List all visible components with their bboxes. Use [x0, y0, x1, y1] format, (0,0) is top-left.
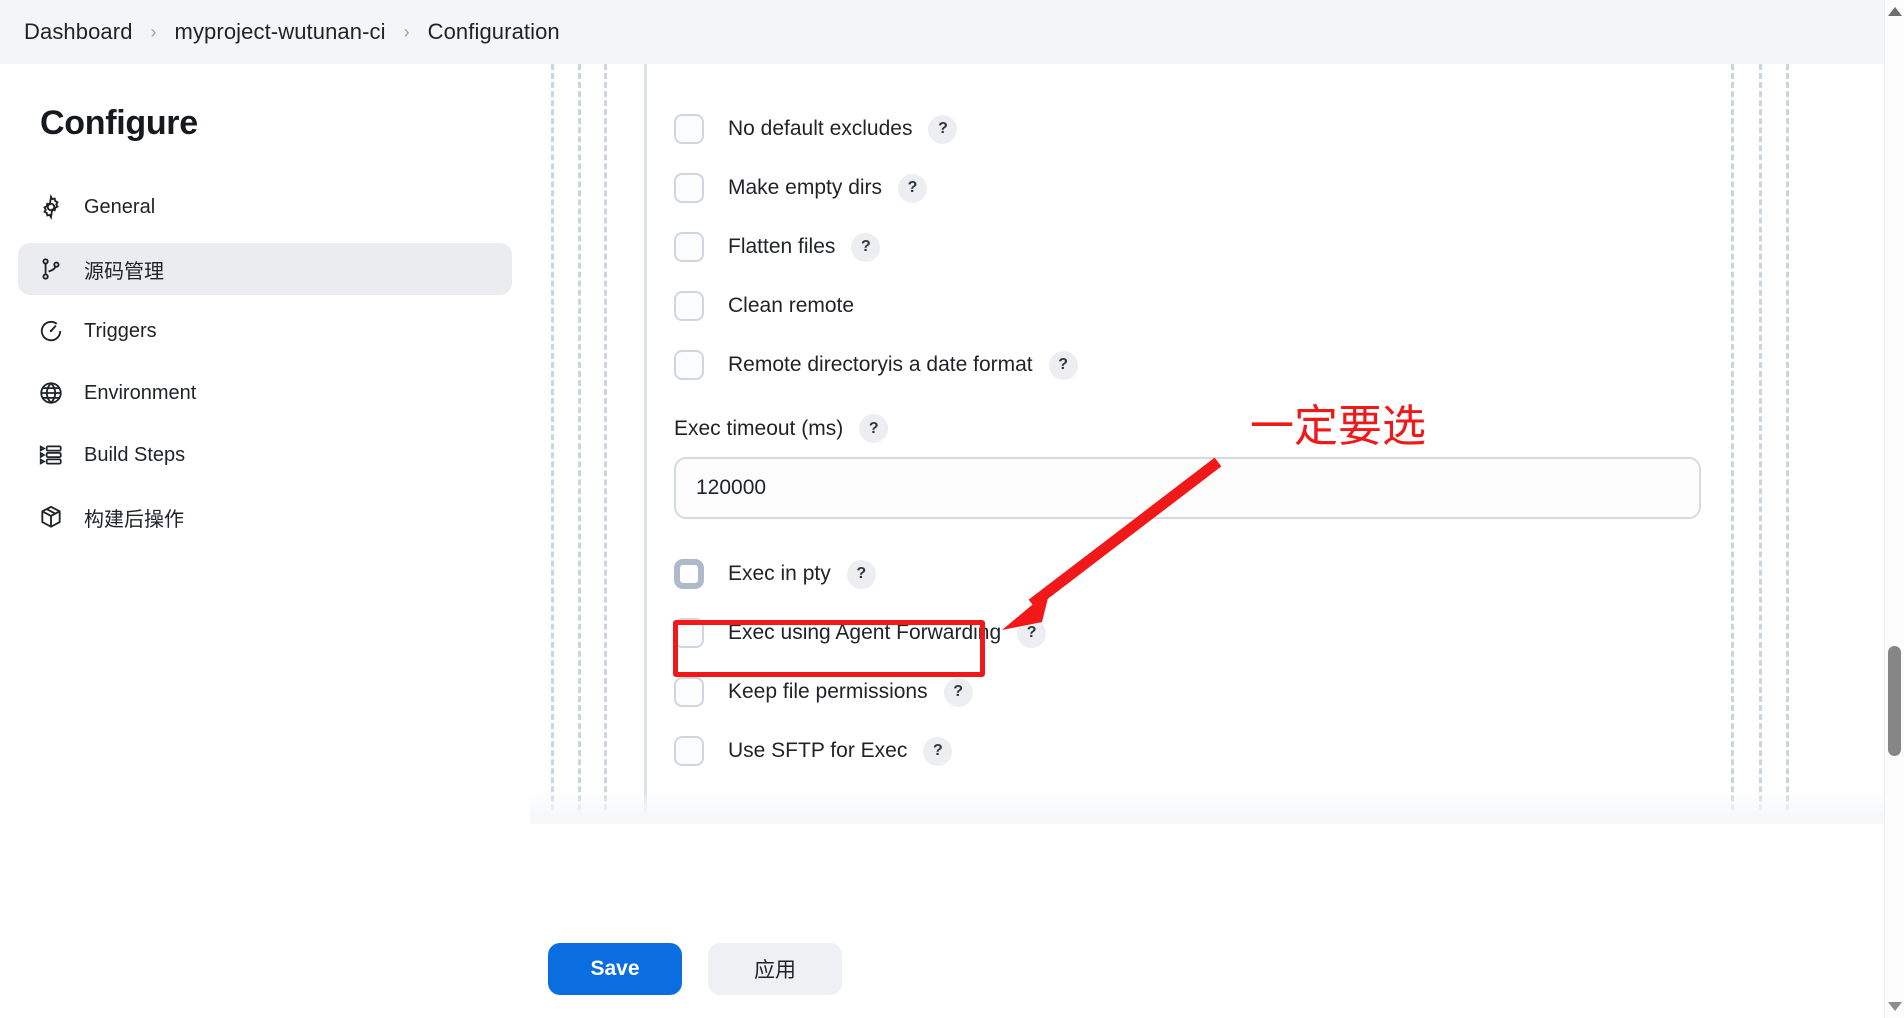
- scrollbar-thumb[interactable]: [1888, 646, 1901, 756]
- sidebar-item-label: 源码管理: [84, 260, 164, 283]
- help-icon[interactable]: ?: [1048, 350, 1078, 380]
- help-icon[interactable]: ?: [928, 114, 958, 144]
- sidebar-item-label: Triggers: [84, 319, 157, 342]
- page-title: Configure: [40, 104, 198, 142]
- save-button[interactable]: Save: [548, 943, 682, 995]
- scroll-up-arrow-icon[interactable]: [1887, 7, 1902, 16]
- clock-icon: [36, 316, 66, 346]
- checkbox-row-clean-remote[interactable]: Clean remote: [674, 287, 1734, 325]
- annotation-text: 一定要选: [1250, 401, 1426, 452]
- sidebar-item-label: 构建后操作: [84, 508, 184, 531]
- sidebar-item-label: Environment: [84, 381, 197, 404]
- checkbox-row-exec-using-agent-forwarding[interactable]: Exec using Agent Forwarding ?: [674, 614, 1734, 652]
- sidebar-item-label: General: [84, 195, 156, 218]
- source-control-icon: [36, 254, 66, 284]
- sidebar-item-general[interactable]: General: [18, 181, 512, 233]
- sidebar-item-source-control[interactable]: 源码管理: [18, 243, 512, 295]
- gear-icon: [36, 192, 66, 222]
- checkbox-row-flatten-files[interactable]: Flatten files ?: [674, 228, 1734, 266]
- checkbox-remote-directory-date-format[interactable]: [674, 350, 704, 380]
- chevron-right-icon: ›: [150, 21, 157, 42]
- scroll-down-arrow-icon[interactable]: [1887, 1002, 1902, 1011]
- apply-button[interactable]: 应用: [708, 943, 842, 995]
- checkbox-label: Flatten files: [728, 235, 836, 258]
- help-icon[interactable]: ?: [1017, 618, 1047, 648]
- app-root: Dashboard › myproject-wutunan-ci › Confi…: [0, 0, 1904, 1018]
- checkbox-label: Clean remote: [728, 294, 855, 317]
- checkbox-label: Keep file permissions: [728, 680, 928, 703]
- exec-timeout-input[interactable]: [674, 457, 1701, 519]
- content-fade: [530, 790, 1890, 824]
- checkbox-row-keep-file-permissions[interactable]: Keep file permissions ?: [674, 673, 1734, 711]
- breadcrumb-item-dashboard[interactable]: Dashboard: [24, 19, 133, 45]
- breadcrumb: Dashboard › myproject-wutunan-ci › Confi…: [0, 0, 1890, 64]
- breadcrumb-item-project[interactable]: myproject-wutunan-ci: [175, 19, 386, 45]
- chevron-right-icon: ›: [403, 21, 410, 42]
- checkbox-row-remote-directory-date-format[interactable]: Remote directoryis a date format ?: [674, 346, 1734, 384]
- vertical-scrollbar[interactable]: [1884, 0, 1904, 1018]
- sidebar-item-post-build[interactable]: 构建后操作: [18, 491, 512, 543]
- checkbox-exec-in-pty[interactable]: [674, 559, 704, 589]
- list-steps-icon: [36, 440, 66, 470]
- checkbox-row-no-default-excludes[interactable]: No default excludes ?: [674, 110, 1734, 148]
- checkbox-no-default-excludes[interactable]: [674, 114, 704, 144]
- breadcrumb-item-configuration[interactable]: Configuration: [428, 19, 560, 45]
- checkbox-make-empty-dirs[interactable]: [674, 173, 704, 203]
- checkbox-label: No default excludes: [728, 117, 913, 140]
- help-icon[interactable]: ?: [943, 677, 973, 707]
- help-icon[interactable]: ?: [898, 173, 928, 203]
- checkbox-label: Exec using Agent Forwarding: [728, 621, 1002, 644]
- checkbox-row-exec-in-pty[interactable]: Exec in pty ?: [674, 555, 1734, 593]
- exec-timeout-label: Exec timeout (ms): [674, 416, 844, 440]
- form-fields: No default excludes ? Make empty dirs ? …: [644, 64, 1734, 770]
- globe-icon: [36, 378, 66, 408]
- package-icon: [36, 502, 66, 532]
- help-icon[interactable]: ?: [851, 232, 881, 262]
- checkbox-keep-file-permissions[interactable]: [674, 677, 704, 707]
- help-icon[interactable]: ?: [923, 736, 953, 766]
- checkbox-clean-remote[interactable]: [674, 291, 704, 321]
- checkbox-flatten-files[interactable]: [674, 232, 704, 262]
- checkbox-label: Make empty dirs: [728, 176, 883, 199]
- checkbox-row-use-sftp-for-exec[interactable]: Use SFTP for Exec ?: [674, 732, 1734, 770]
- checkbox-exec-using-agent-forwarding[interactable]: [674, 618, 704, 648]
- sidebar-item-build-steps[interactable]: Build Steps: [18, 429, 512, 481]
- sidebar-item-environment[interactable]: Environment: [18, 367, 512, 419]
- sidebar: Configure General 源码管理 Triggers Environm…: [0, 64, 530, 1018]
- checkbox-use-sftp-for-exec[interactable]: [674, 736, 704, 766]
- checkbox-row-make-empty-dirs[interactable]: Make empty dirs ?: [674, 169, 1734, 207]
- sidebar-item-label: Build Steps: [84, 443, 186, 466]
- checkbox-label: Exec in pty: [728, 562, 831, 585]
- checkbox-label: Use SFTP for Exec: [728, 739, 908, 762]
- exec-timeout-group: Exec timeout (ms) ?: [674, 414, 1734, 519]
- sidebar-nav: General 源码管理 Triggers Environment Build …: [0, 181, 530, 543]
- exec-timeout-label-row: Exec timeout (ms) ?: [674, 414, 1734, 443]
- help-icon[interactable]: ?: [859, 414, 889, 443]
- help-icon[interactable]: ?: [846, 559, 876, 589]
- checkbox-label: Remote directoryis a date format: [728, 353, 1033, 376]
- sidebar-item-triggers[interactable]: Triggers: [18, 305, 512, 357]
